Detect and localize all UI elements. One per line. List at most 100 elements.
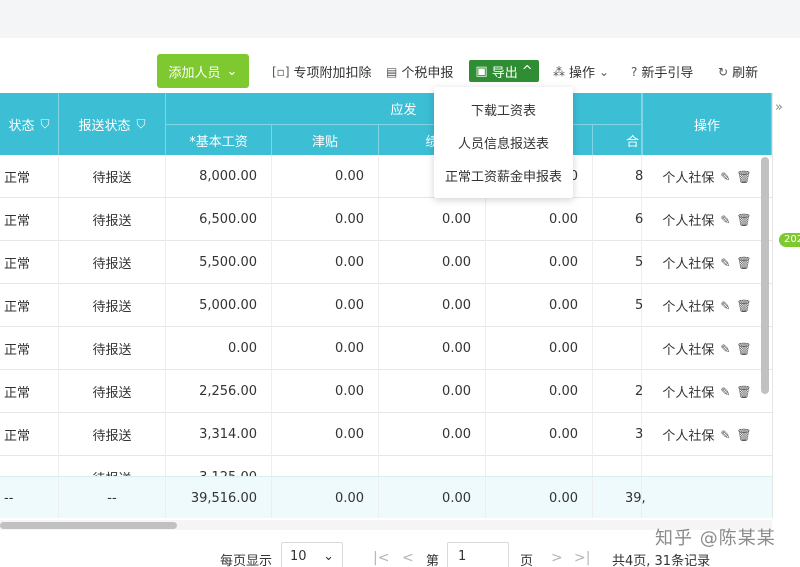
per-page-select[interactable]: 10 ⌄ <box>281 542 343 567</box>
trash-icon[interactable]: 🗑 <box>736 256 751 270</box>
social-insurance-link[interactable]: 个人社保 <box>662 425 714 444</box>
sum-c4: 0.00 <box>486 477 593 518</box>
col-status-label: 状态 <box>8 118 35 134</box>
first-page-icon[interactable]: |< <box>373 550 389 566</box>
row-actions: 个人社保 ✎ 🗑 <box>642 284 772 327</box>
social-insurance-link[interactable]: 个人社保 <box>662 253 714 272</box>
edit-icon[interactable]: ✎ <box>720 428 730 442</box>
table-row[interactable]: 正常待报送8,000.000.000.000.008个人社保✎🗑 <box>0 155 772 198</box>
cell-perf: 0.00 <box>379 198 486 241</box>
vertical-scrollbar[interactable] <box>761 157 769 394</box>
table-row[interactable]: 正常 待报送 6,500.00 0.00 0.00 0.00 6 个人社保 ✎ 🗑 <box>0 198 772 241</box>
cell-status: 正常 <box>0 241 59 284</box>
col-total-label: 合 <box>625 134 639 150</box>
sum-report: -- <box>59 477 166 518</box>
table-row[interactable]: 正常 待报送 2,256.00 0.00 0.00 0.00 2 个人社保 ✎ 🗑 <box>0 370 772 413</box>
col-status: 状态 ⛉ <box>0 93 59 155</box>
side-badge[interactable]: 202 <box>779 233 800 247</box>
cell-base: 5,500.00 <box>166 241 272 284</box>
edit-icon[interactable]: ✎ <box>720 299 730 313</box>
edit-icon[interactable]: ✎ <box>720 213 730 227</box>
tax-declare-button[interactable]: ▤ 个税申报 <box>386 62 453 82</box>
chevron-down-icon: ⌄ <box>323 548 334 564</box>
document-icon: ▤ <box>386 64 398 79</box>
cell-status: 正常 <box>0 327 59 370</box>
last-page-icon[interactable]: >| <box>574 550 590 566</box>
cell-total: 8 <box>593 155 643 198</box>
cell-c4: 0.00 <box>486 327 593 370</box>
per-page-value: 10 <box>290 548 307 564</box>
cell-base: 8,000.00 <box>166 155 272 198</box>
menu-item-person-info[interactable]: 人员信息报送表 <box>434 126 573 159</box>
edit-icon[interactable]: ✎ <box>720 385 730 399</box>
trash-icon[interactable]: 🗑 <box>736 213 751 227</box>
cell-base: 6,500.00 <box>166 198 272 241</box>
cell-c4: 0.00 <box>486 241 593 284</box>
collapse-panel-icon[interactable]: » <box>775 100 783 115</box>
special-deduction-label: 专项附加扣除 <box>293 66 372 81</box>
trash-icon[interactable]: 🗑 <box>736 342 751 356</box>
cell-allowance: 0.00 <box>272 155 379 198</box>
row-actions: 个人社保 ✎ 🗑 <box>642 155 772 198</box>
menu-item-salary-declare[interactable]: 正常工资薪金申报表 <box>434 159 573 192</box>
cell-base: 2,256.00 <box>166 370 272 413</box>
table-row[interactable]: 正常 待报送 3,314.00 0.00 0.00 0.00 3 个人社保 ✎ 🗑 <box>0 413 772 456</box>
chevron-up-icon: ^ <box>521 63 533 79</box>
social-insurance-link[interactable]: 个人社保 <box>662 210 714 229</box>
add-person-button[interactable]: 添加人员 ⌄ <box>157 54 249 88</box>
col-report-status-label: 报送状态 <box>78 118 131 134</box>
page-input-value: 1 <box>458 548 467 564</box>
cell-allowance: 0.00 <box>272 370 379 413</box>
social-insurance-link[interactable]: 个人社保 <box>662 382 714 401</box>
prev-page-icon[interactable]: < <box>402 550 414 566</box>
table-row[interactable]: 正常 待报送 5,000.00 0.00 0.00 0.00 5 个人社保 ✎ 🗑 <box>0 284 772 327</box>
trash-icon[interactable]: 🗑 <box>736 170 751 184</box>
cell-base: 5,000.00 <box>166 284 272 327</box>
horizontal-scrollbar[interactable] <box>0 522 177 529</box>
sum-allowance: 0.00 <box>272 477 379 518</box>
social-insurance-link[interactable]: 个人社保 <box>662 167 714 186</box>
col-allowance-label: 津贴 <box>311 134 338 150</box>
social-insurance-link[interactable]: 个人社保 <box>662 296 714 315</box>
menu-item-download-salary[interactable]: 下载工资表 <box>434 93 573 126</box>
cell-base: 0.00 <box>166 327 272 370</box>
social-insurance-link[interactable]: 个人社保 <box>662 339 714 358</box>
edit-icon[interactable]: ✎ <box>720 342 730 356</box>
trash-icon[interactable]: 🗑 <box>736 385 751 399</box>
next-page-icon[interactable]: > <box>551 550 563 566</box>
export-icon: ▣ <box>475 63 488 79</box>
page-input[interactable]: 1 <box>447 542 509 567</box>
trash-icon[interactable]: 🗑 <box>736 299 751 313</box>
cell-status: 正常 <box>0 155 59 198</box>
cell-total: 6 <box>593 198 643 241</box>
trash-icon[interactable]: 🗑 <box>736 428 751 442</box>
edit-icon[interactable]: ✎ <box>720 170 730 184</box>
cell-allowance: 0.00 <box>272 413 379 456</box>
operations-button[interactable]: ⁂ 操作 ⌄ <box>553 62 609 82</box>
top-strip <box>0 0 800 38</box>
cell-c4: 0.00 <box>486 413 593 456</box>
filter-icon[interactable]: ⛉ <box>41 117 50 132</box>
salary-table: 状态 ⛉ 报送状态 ⛉ 应发 *基本工资 津贴 绩 合 操作 正常 待报送 8,00… <box>0 93 772 518</box>
cell-total: 5 <box>593 241 643 284</box>
cell-report: 待报送 <box>59 370 166 413</box>
refresh-button[interactable]: ↻ 刷新 <box>718 62 758 82</box>
cell-perf: 0.00 <box>379 413 486 456</box>
col-actions: 操作 <box>642 93 772 155</box>
cell-base: 3,314.00 <box>166 413 272 456</box>
filter-icon[interactable]: ⛉ <box>137 117 146 132</box>
col-actions-label: 操作 <box>693 118 720 134</box>
edit-icon[interactable]: ✎ <box>720 256 730 270</box>
col-group-payable-label: 应发 <box>390 103 417 118</box>
cell-perf: 0.00 <box>379 327 486 370</box>
watermark: 知乎 @陈某某 <box>655 528 776 549</box>
guide-button[interactable]: ? 新手引导 <box>631 62 693 82</box>
cell-allowance: 0.00 <box>272 284 379 327</box>
export-button[interactable]: ▣ 导出 ^ <box>469 60 539 82</box>
table-row[interactable]: 正常 待报送 0.00 0.00 0.00 0.00 个人社保 ✎ 🗑 <box>0 327 772 370</box>
table-row[interactable]: 正常 待报送 5,500.00 0.00 0.00 0.00 5 个人社保 ✎ 🗑 <box>0 241 772 284</box>
summary-row: -- -- 39,516.00 0.00 0.00 0.00 39, <box>0 476 772 518</box>
special-deduction-button[interactable]: [▫] 专项附加扣除 <box>272 62 372 82</box>
cell-status: 正常 <box>0 198 59 241</box>
cell-c4: 0.00 <box>486 284 593 327</box>
